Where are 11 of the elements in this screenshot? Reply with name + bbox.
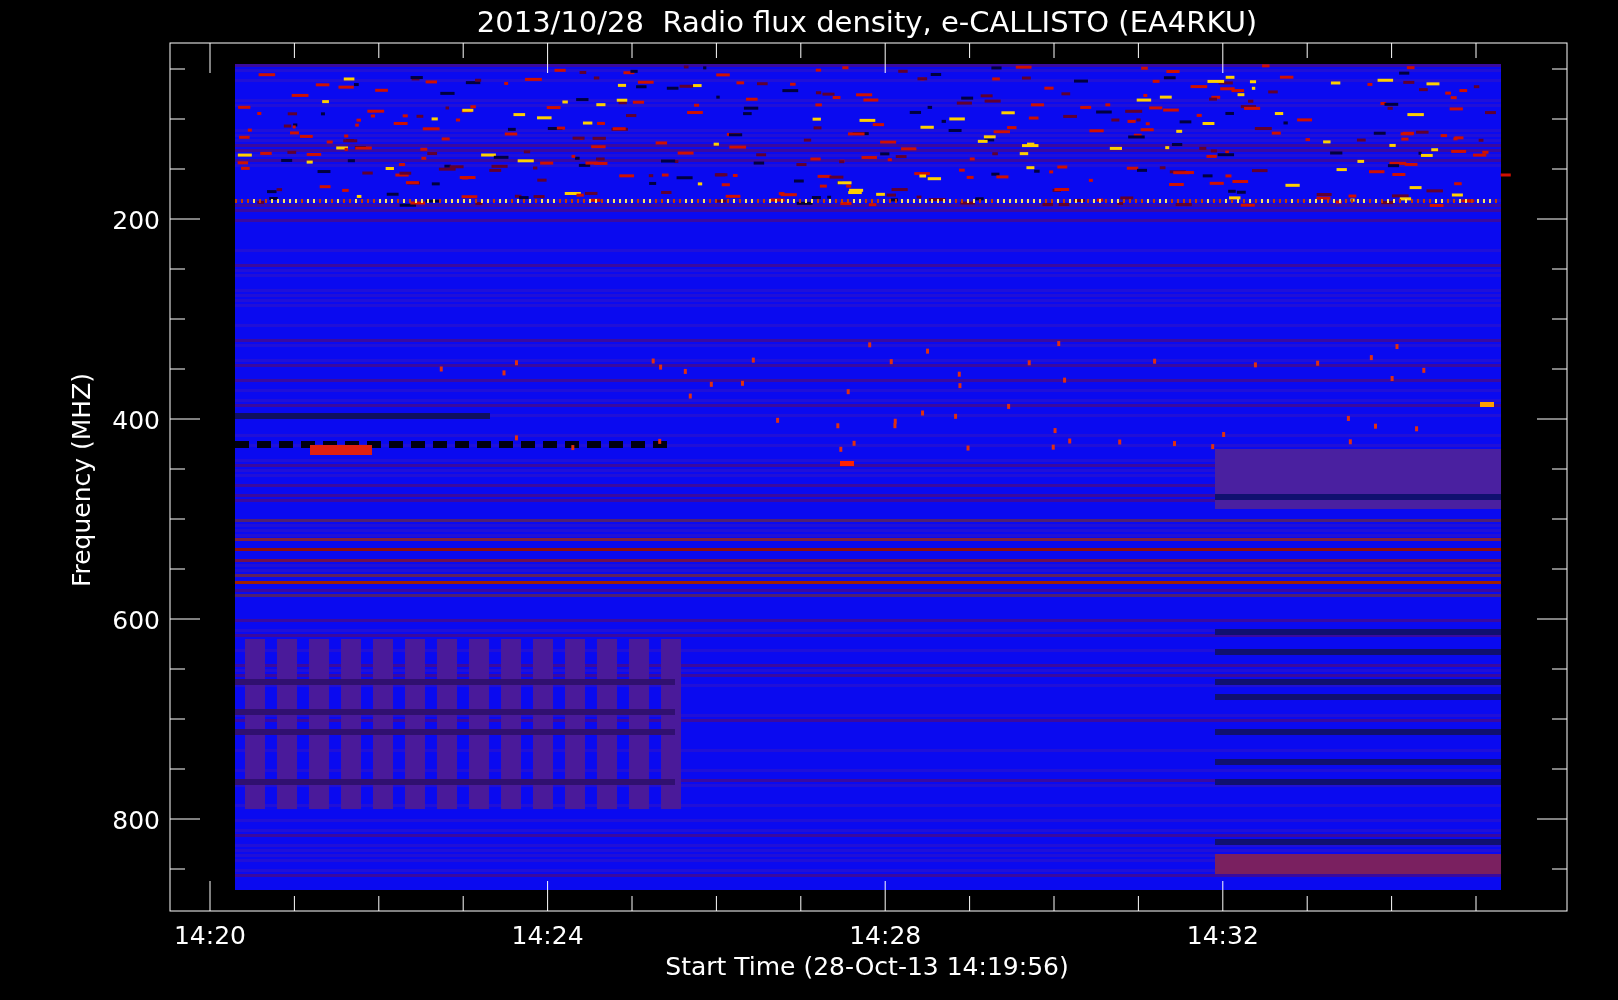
- chart-title: 2013/10/28 Radio flux density, e-CALLISTO (EA4RKU): [476, 5, 1258, 39]
- tick-label: 14:28: [849, 921, 922, 950]
- tick-label: 14:32: [1186, 921, 1259, 950]
- axis-title: Start Time (28-Oct-13 14:19:56): [665, 952, 1069, 981]
- tick-label: 600: [112, 606, 160, 635]
- tick-label: 400: [112, 406, 160, 435]
- axis-title: Frequency (MHZ): [67, 372, 96, 588]
- tick-label: 14:20: [174, 921, 246, 950]
- tick-label: 200: [112, 206, 160, 235]
- tick-label: 14:24: [511, 921, 584, 950]
- tick-label: 800: [112, 806, 160, 835]
